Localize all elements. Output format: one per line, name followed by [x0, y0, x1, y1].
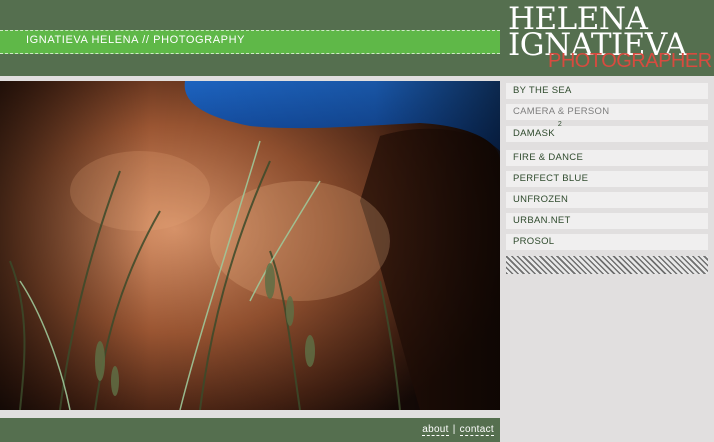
nav-item-urban-net[interactable]: URBAN.NET	[506, 213, 708, 229]
damask-superscript: 2	[557, 121, 563, 128]
nav-item-camera-and-person[interactable]: CAMERA & PERSON	[506, 104, 708, 120]
site-footer: about | contact	[0, 418, 500, 442]
title-bar: IGNATIEVA HELENA // PHOTOGRAPHY	[0, 30, 500, 54]
site-title: IGNATIEVA HELENA // PHOTOGRAPHY	[26, 34, 246, 46]
photo-image	[0, 81, 500, 410]
site-header: IGNATIEVA HELENA // PHOTOGRAPHY HELENA I…	[0, 0, 714, 76]
hatched-divider	[506, 256, 708, 274]
logo-subtitle: PHOTOGRAPHER	[548, 50, 712, 72]
footer-separator: |	[452, 424, 456, 435]
nav-item-by-the-sea[interactable]: BY THE SEA	[506, 83, 708, 99]
about-link[interactable]: about	[422, 424, 449, 436]
footer-links: about | contact	[422, 424, 494, 436]
nav-item-fire-and-dance[interactable]: FIRE & DANCE	[506, 150, 708, 166]
nav-item-unfrozen[interactable]: UNFROZEN	[506, 192, 708, 208]
featured-photo	[0, 81, 500, 410]
nav-item-prosol[interactable]: PROSOL	[506, 234, 708, 250]
nav-item-perfect-blue[interactable]: PERFECT BLUE	[506, 171, 708, 187]
contact-link[interactable]: contact	[459, 424, 494, 436]
nav-item-damask[interactable]: DAMASK2	[506, 121, 708, 142]
